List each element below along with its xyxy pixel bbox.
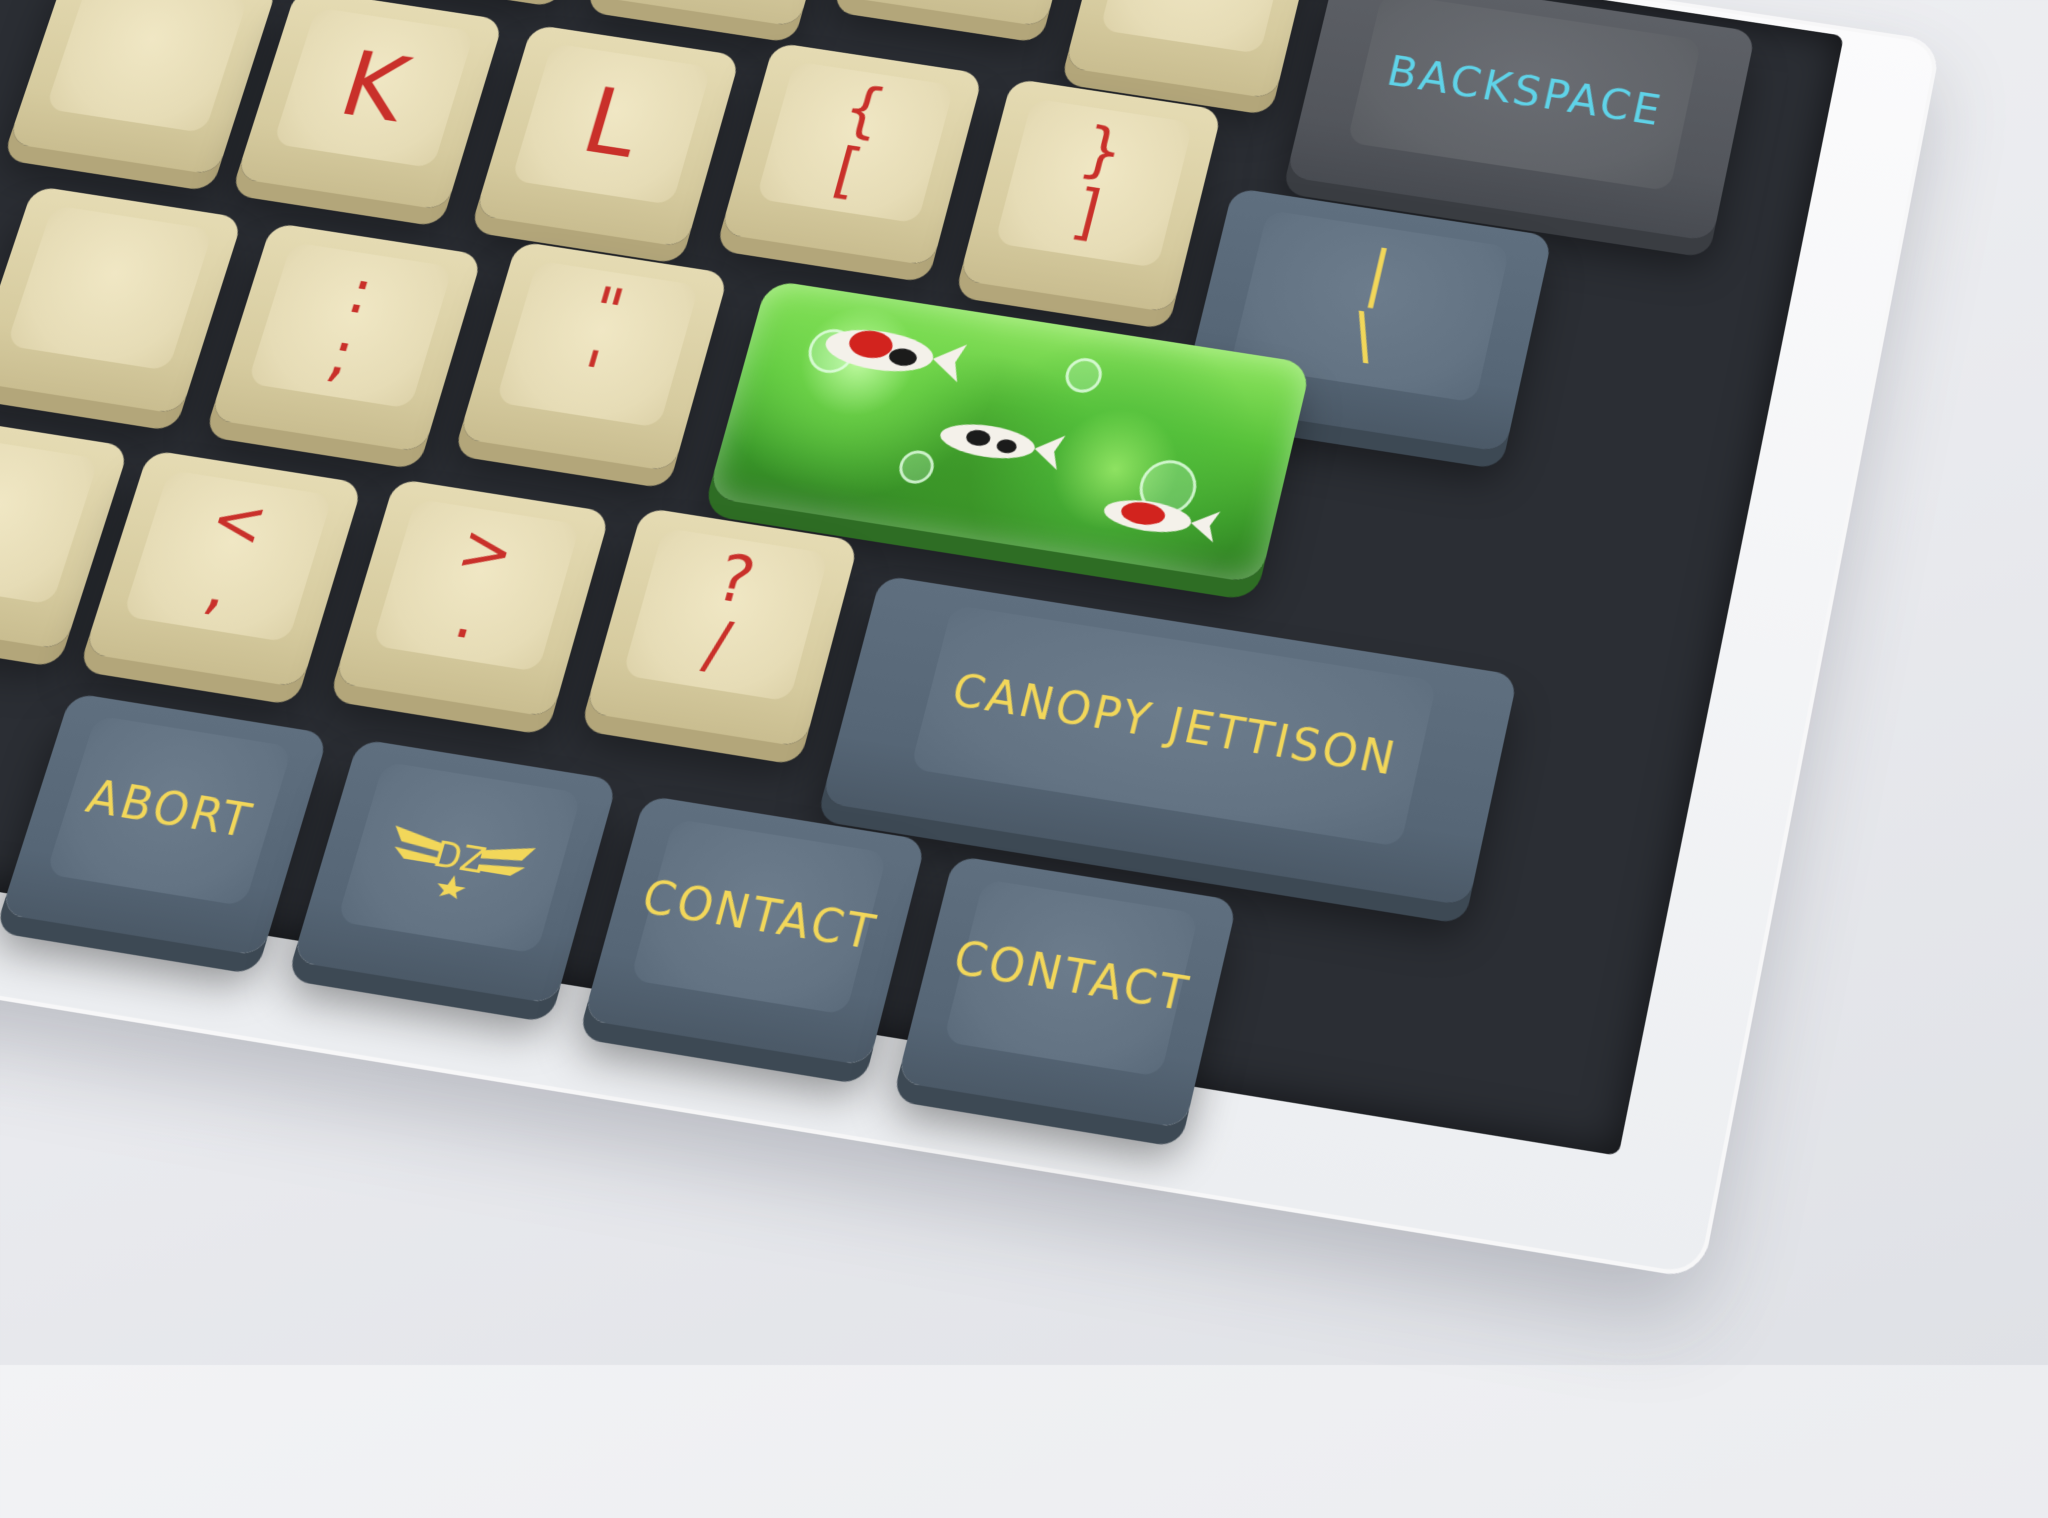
bubble-icon: [1061, 355, 1106, 396]
koi-fish-icon: [936, 418, 1066, 471]
koi-fish-icon: [820, 323, 968, 383]
key-equals-legend: =: [1165, 0, 1232, 4]
key-semicolon-legend: : ;: [319, 256, 382, 393]
key-quote-legend: " ': [570, 274, 632, 412]
key-backspace-legend: BACKSPACE: [1382, 47, 1668, 136]
key-contact-1[interactable]: CONTACT: [582, 795, 927, 1067]
winged-logo-icon: DZ: [386, 825, 536, 900]
key-abort-legend: ABORT: [80, 771, 260, 849]
key-contact-2-legend: CONTACT: [948, 931, 1195, 1023]
key-backslash-legend: | \: [1344, 237, 1397, 374]
key-bracket-close-legend: } ]: [1065, 114, 1131, 249]
key-contact-2[interactable]: CONTACT: [896, 855, 1238, 1129]
key-l-legend: L: [571, 68, 653, 179]
key-contact-1-legend: CONTACT: [636, 871, 883, 961]
logo-letters: DZ: [429, 833, 490, 881]
key-bracket-open-legend: { [: [826, 74, 893, 208]
key-k-legend: K: [328, 32, 420, 143]
keyboard-scene: I O P _ = BACKSPACE K L { [ } ] | \ : ; …: [0, 0, 2048, 1518]
key-period-legend: > .: [446, 511, 524, 655]
key-comma-legend: < ,: [196, 482, 276, 626]
koi-fish-icon: [1100, 494, 1221, 543]
key-canopy-jettison-legend: CANOPY JETTISON: [946, 664, 1403, 786]
key-slash-legend: ? /: [696, 542, 762, 685]
